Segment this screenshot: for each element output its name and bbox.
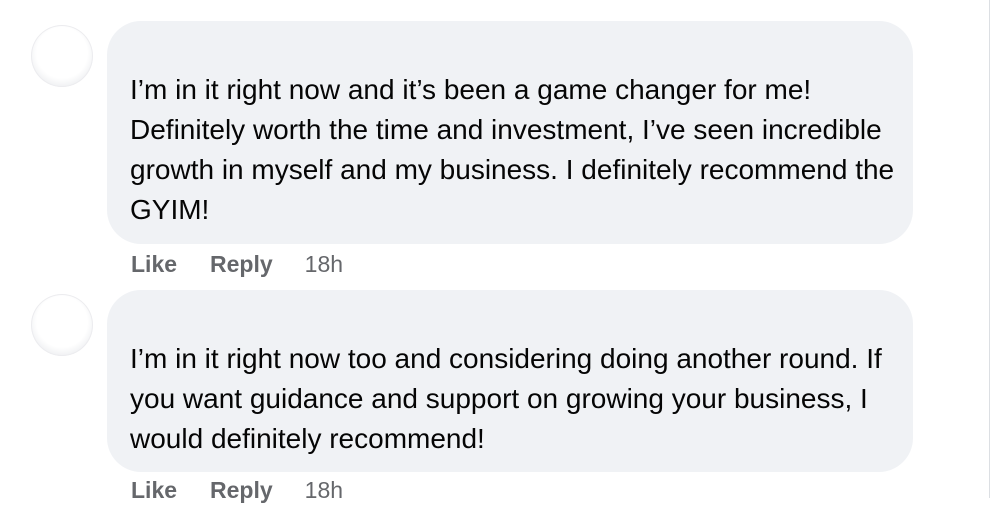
panel-edge-divider (989, 0, 990, 498)
reply-link[interactable]: Reply (210, 251, 273, 278)
commenter-avatar[interactable] (31, 25, 93, 87)
commenter-avatar[interactable] (31, 294, 93, 356)
like-link[interactable]: Like (131, 477, 177, 504)
reply-link[interactable]: Reply (210, 477, 273, 504)
comment-text: I’m in it right now too and considering … (130, 343, 882, 454)
comment-timestamp[interactable]: 18h (305, 477, 343, 504)
comment-actions: Like Reply 18h (131, 249, 343, 279)
like-link[interactable]: Like (131, 251, 177, 278)
comment-timestamp[interactable]: 18h (305, 251, 343, 278)
comment-bubble: I’m in it right now too and considering … (107, 290, 913, 472)
comment-actions: Like Reply 18h (131, 475, 343, 505)
comment-bubble: I’m in it right now and it’s been a game… (107, 21, 913, 244)
comment-text: I’m in it right now and it’s been a game… (130, 74, 895, 225)
